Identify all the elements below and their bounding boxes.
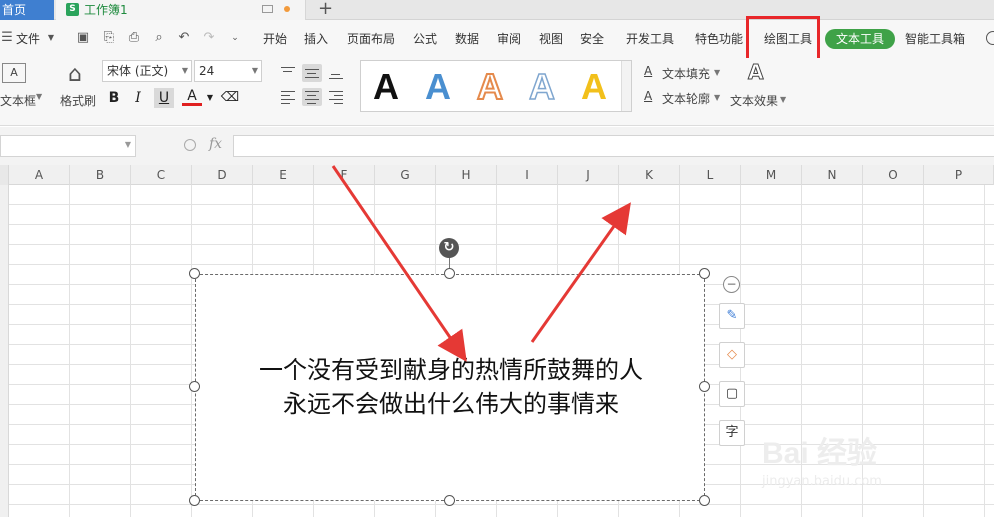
baidu-watermark: Bai 经验 [762, 437, 878, 470]
baidu-watermark-url: jingyan.baidu.com [762, 474, 882, 489]
annotation-arrow-up [530, 202, 631, 343]
annotation-arrow-down [331, 165, 467, 362]
